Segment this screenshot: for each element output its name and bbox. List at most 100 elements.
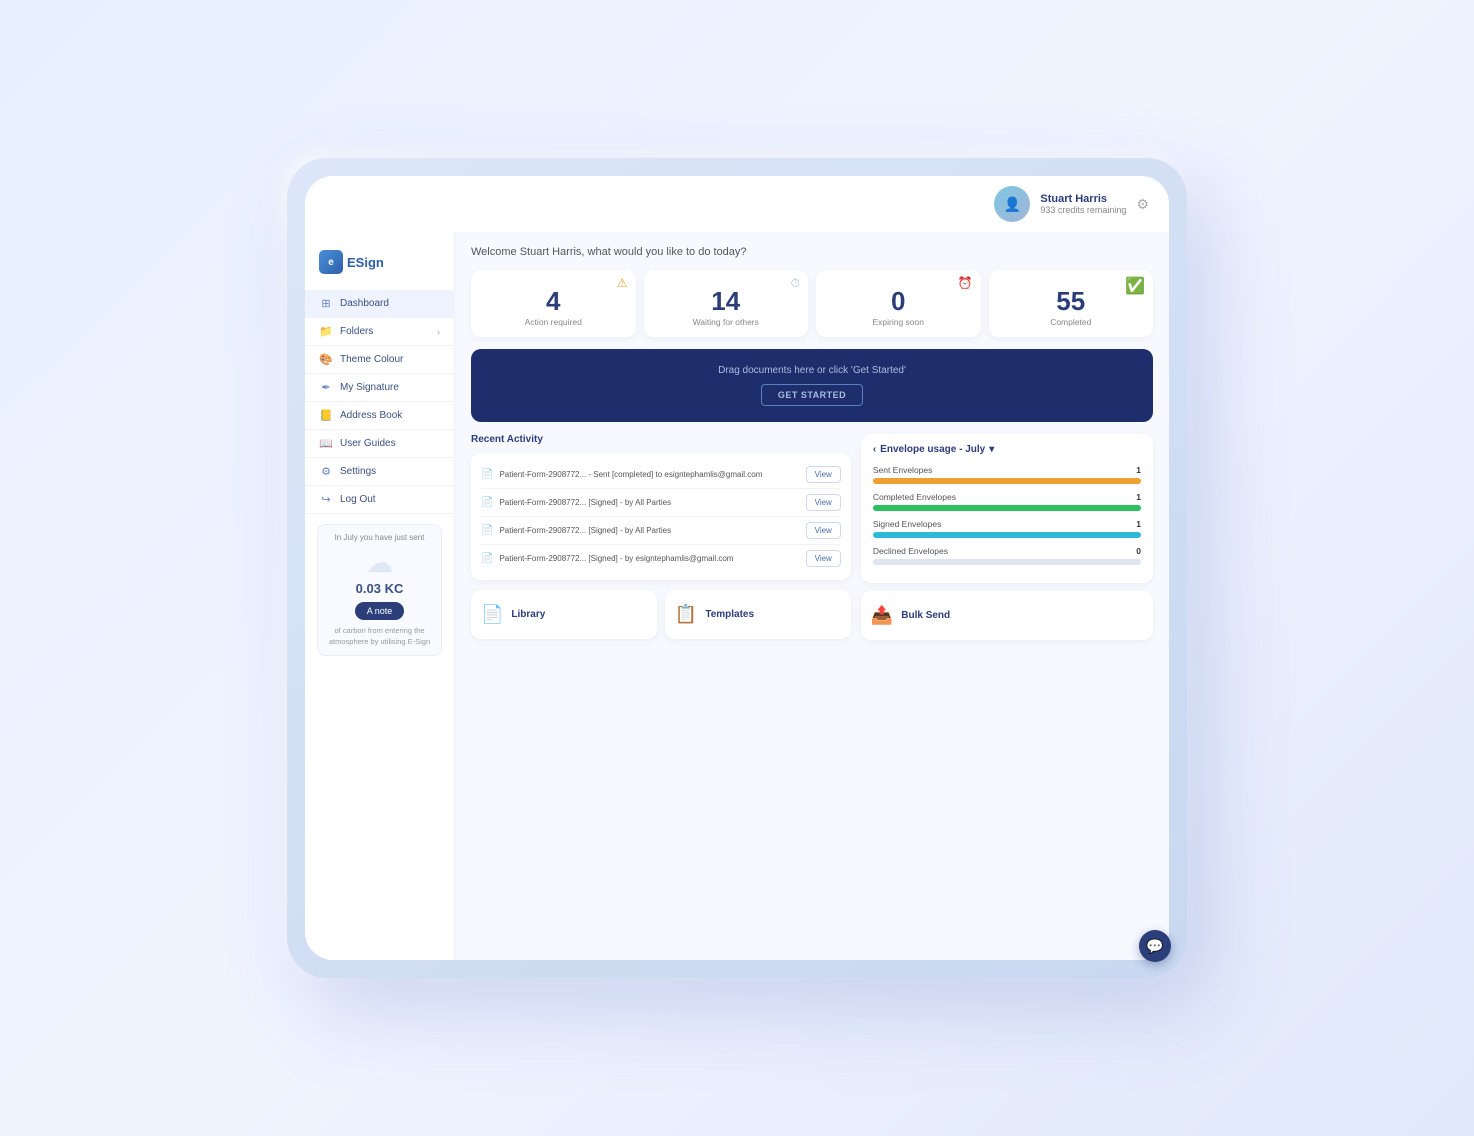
stat-card-completed[interactable]: ✅ 55 Completed: [989, 270, 1154, 337]
logo-text: ESign: [347, 255, 384, 270]
quick-links: 📄 Library 📋 Templates: [471, 590, 851, 639]
activity-item-2: 📄 Patient-Form-2908772... [Signed] - by …: [481, 517, 841, 545]
top-bar: 👤 Stuart Harris 933 credits remaining ⚙: [305, 176, 1169, 232]
view-button-1[interactable]: View: [806, 494, 841, 511]
user-name: Stuart Harris: [1040, 193, 1126, 205]
signature-icon: ✒: [319, 381, 333, 394]
sidebar-label-dashboard: Dashboard: [340, 298, 389, 309]
carbon-intro: In July you have just sent: [326, 533, 433, 542]
user-credits: 933 credits remaining: [1040, 205, 1126, 215]
stat-card-action[interactable]: ⚠ 4 Action required: [471, 270, 636, 337]
stats-row: ⚠ 4 Action required ⏱ 14 Waiting for oth…: [471, 270, 1153, 337]
stat-label-expiring: Expiring soon: [872, 317, 924, 327]
carbon-value: 0.03: [356, 581, 381, 596]
chevron-left-icon[interactable]: ‹: [873, 444, 876, 455]
quick-link-templates[interactable]: 📋 Templates: [665, 590, 851, 639]
sidebar-label-theme: Theme Colour: [340, 354, 403, 365]
signed-envelopes-count: 1: [1136, 519, 1141, 529]
activity-text-1: Patient-Form-2908772... [Signed] - by Al…: [499, 498, 799, 507]
activity-card: 📄 Patient-Form-2908772... - Sent [comple…: [471, 453, 851, 580]
stat-label-action: Action required: [525, 317, 582, 327]
envelope-row-header-signed: Signed Envelopes 1: [873, 519, 1141, 529]
templates-label: Templates: [705, 609, 754, 620]
sidebar-item-guides[interactable]: 📖 User Guides: [305, 430, 454, 458]
sidebar-item-folders[interactable]: 📁 Folders ›: [305, 318, 454, 346]
sidebar: e ESign ⊞ Dashboard 📁 Folders › 🎨 Theme …: [305, 232, 455, 960]
doc-icon-3: 📄: [481, 553, 493, 564]
folders-arrow-icon: ›: [437, 327, 440, 337]
signed-envelopes-label: Signed Envelopes: [873, 519, 942, 529]
guides-icon: 📖: [319, 437, 333, 450]
envelope-title: ‹ Envelope usage - July ▾: [873, 444, 1141, 455]
check-badge-icon: ✅: [1125, 276, 1145, 296]
sidebar-item-logout[interactable]: ↪ Log Out: [305, 486, 454, 514]
bulk-send-icon: 📤: [871, 605, 893, 626]
sidebar-item-address[interactable]: 📒 Address Book: [305, 402, 454, 430]
completed-progress-bar: [873, 505, 1141, 511]
envelope-row-header-sent: Sent Envelopes 1: [873, 465, 1141, 475]
sidebar-item-theme[interactable]: 🎨 Theme Colour: [305, 346, 454, 374]
stat-card-waiting[interactable]: ⏱ 14 Waiting for others: [644, 270, 809, 337]
library-label: Library: [511, 609, 545, 620]
sidebar-label-address: Address Book: [340, 410, 402, 421]
envelope-row-header-completed: Completed Envelopes 1: [873, 492, 1141, 502]
sent-envelopes-count: 1: [1136, 465, 1141, 475]
stat-label-waiting: Waiting for others: [693, 317, 759, 327]
stat-card-expiring[interactable]: ⏰ 0 Expiring soon: [816, 270, 981, 337]
welcome-text: Welcome Stuart Harris, what would you li…: [471, 246, 747, 258]
get-started-button[interactable]: GET STARTED: [761, 384, 863, 406]
activity-text-0: Patient-Form-2908772... - Sent [complete…: [499, 470, 799, 479]
sidebar-item-dashboard[interactable]: ⊞ Dashboard: [305, 290, 454, 318]
left-column: Recent Activity 📄 Patient-Form-2908772..…: [471, 434, 851, 640]
envelope-row-signed: Signed Envelopes 1: [873, 519, 1141, 538]
activity-item-3: 📄 Patient-Form-2908772... [Signed] - by …: [481, 545, 841, 572]
user-info: Stuart Harris 933 credits remaining: [1040, 193, 1126, 215]
logo-icon: e: [319, 250, 343, 274]
carbon-section: In July you have just sent ☁ 0.03 KC A n…: [317, 524, 442, 656]
sidebar-label-guides: User Guides: [340, 438, 396, 449]
sent-envelopes-label: Sent Envelopes: [873, 465, 933, 475]
declined-progress-bar: [873, 559, 1141, 565]
settings-sidebar-icon: ⚙: [319, 465, 333, 478]
activity-text-2: Patient-Form-2908772... [Signed] - by Al…: [499, 526, 799, 535]
view-button-0[interactable]: View: [806, 466, 841, 483]
drag-text: Drag documents here or click 'Get Starte…: [487, 365, 1137, 376]
anote-button[interactable]: A note: [355, 602, 405, 620]
sidebar-label-folders: Folders: [340, 326, 373, 337]
chat-bubble[interactable]: 💬: [1139, 930, 1169, 960]
warn-badge-icon: ⚠: [617, 276, 628, 290]
envelope-row-declined: Declined Envelopes 0: [873, 546, 1141, 565]
view-button-3[interactable]: View: [806, 550, 841, 567]
right-column: ‹ Envelope usage - July ▾ Sent Envelopes…: [861, 434, 1153, 640]
sidebar-label-signature: My Signature: [340, 382, 399, 393]
sidebar-label-settings: Settings: [340, 466, 376, 477]
signed-progress-bar: [873, 532, 1141, 538]
welcome-message: Welcome Stuart Harris, what would you li…: [471, 246, 1153, 258]
envelope-card: ‹ Envelope usage - July ▾ Sent Envelopes…: [861, 434, 1153, 583]
quick-link-library[interactable]: 📄 Library: [471, 590, 657, 639]
dashboard-icon: ⊞: [319, 297, 333, 310]
clock-badge-icon: ⏰: [958, 276, 973, 290]
logout-icon: ↪: [319, 493, 333, 506]
stat-number-waiting: 14: [711, 288, 740, 314]
completed-envelopes-label: Completed Envelopes: [873, 492, 956, 502]
doc-icon-0: 📄: [481, 469, 493, 480]
recent-activity-title: Recent Activity: [471, 434, 851, 445]
logo-area: e ESign: [305, 242, 454, 290]
envelope-row-header-declined: Declined Envelopes 0: [873, 546, 1141, 556]
quick-link-bulk-send[interactable]: 📤 Bulk Send: [861, 591, 1153, 640]
chevron-down-icon[interactable]: ▾: [989, 444, 994, 455]
activity-item-0: 📄 Patient-Form-2908772... - Sent [comple…: [481, 461, 841, 489]
bulk-send-label: Bulk Send: [901, 610, 950, 621]
view-button-2[interactable]: View: [806, 522, 841, 539]
drag-drop-zone[interactable]: Drag documents here or click 'Get Starte…: [471, 349, 1153, 422]
folders-icon: 📁: [319, 325, 333, 338]
sidebar-item-signature[interactable]: ✒ My Signature: [305, 374, 454, 402]
settings-icon[interactable]: ⚙: [1136, 196, 1149, 213]
tablet-screen: 👤 Stuart Harris 933 credits remaining ⚙ …: [305, 176, 1169, 960]
declined-envelopes-label: Declined Envelopes: [873, 546, 948, 556]
theme-icon: 🎨: [319, 353, 333, 366]
main-content: Welcome Stuart Harris, what would you li…: [455, 232, 1169, 960]
sidebar-item-settings[interactable]: ⚙ Settings: [305, 458, 454, 486]
templates-icon: 📋: [675, 604, 697, 625]
